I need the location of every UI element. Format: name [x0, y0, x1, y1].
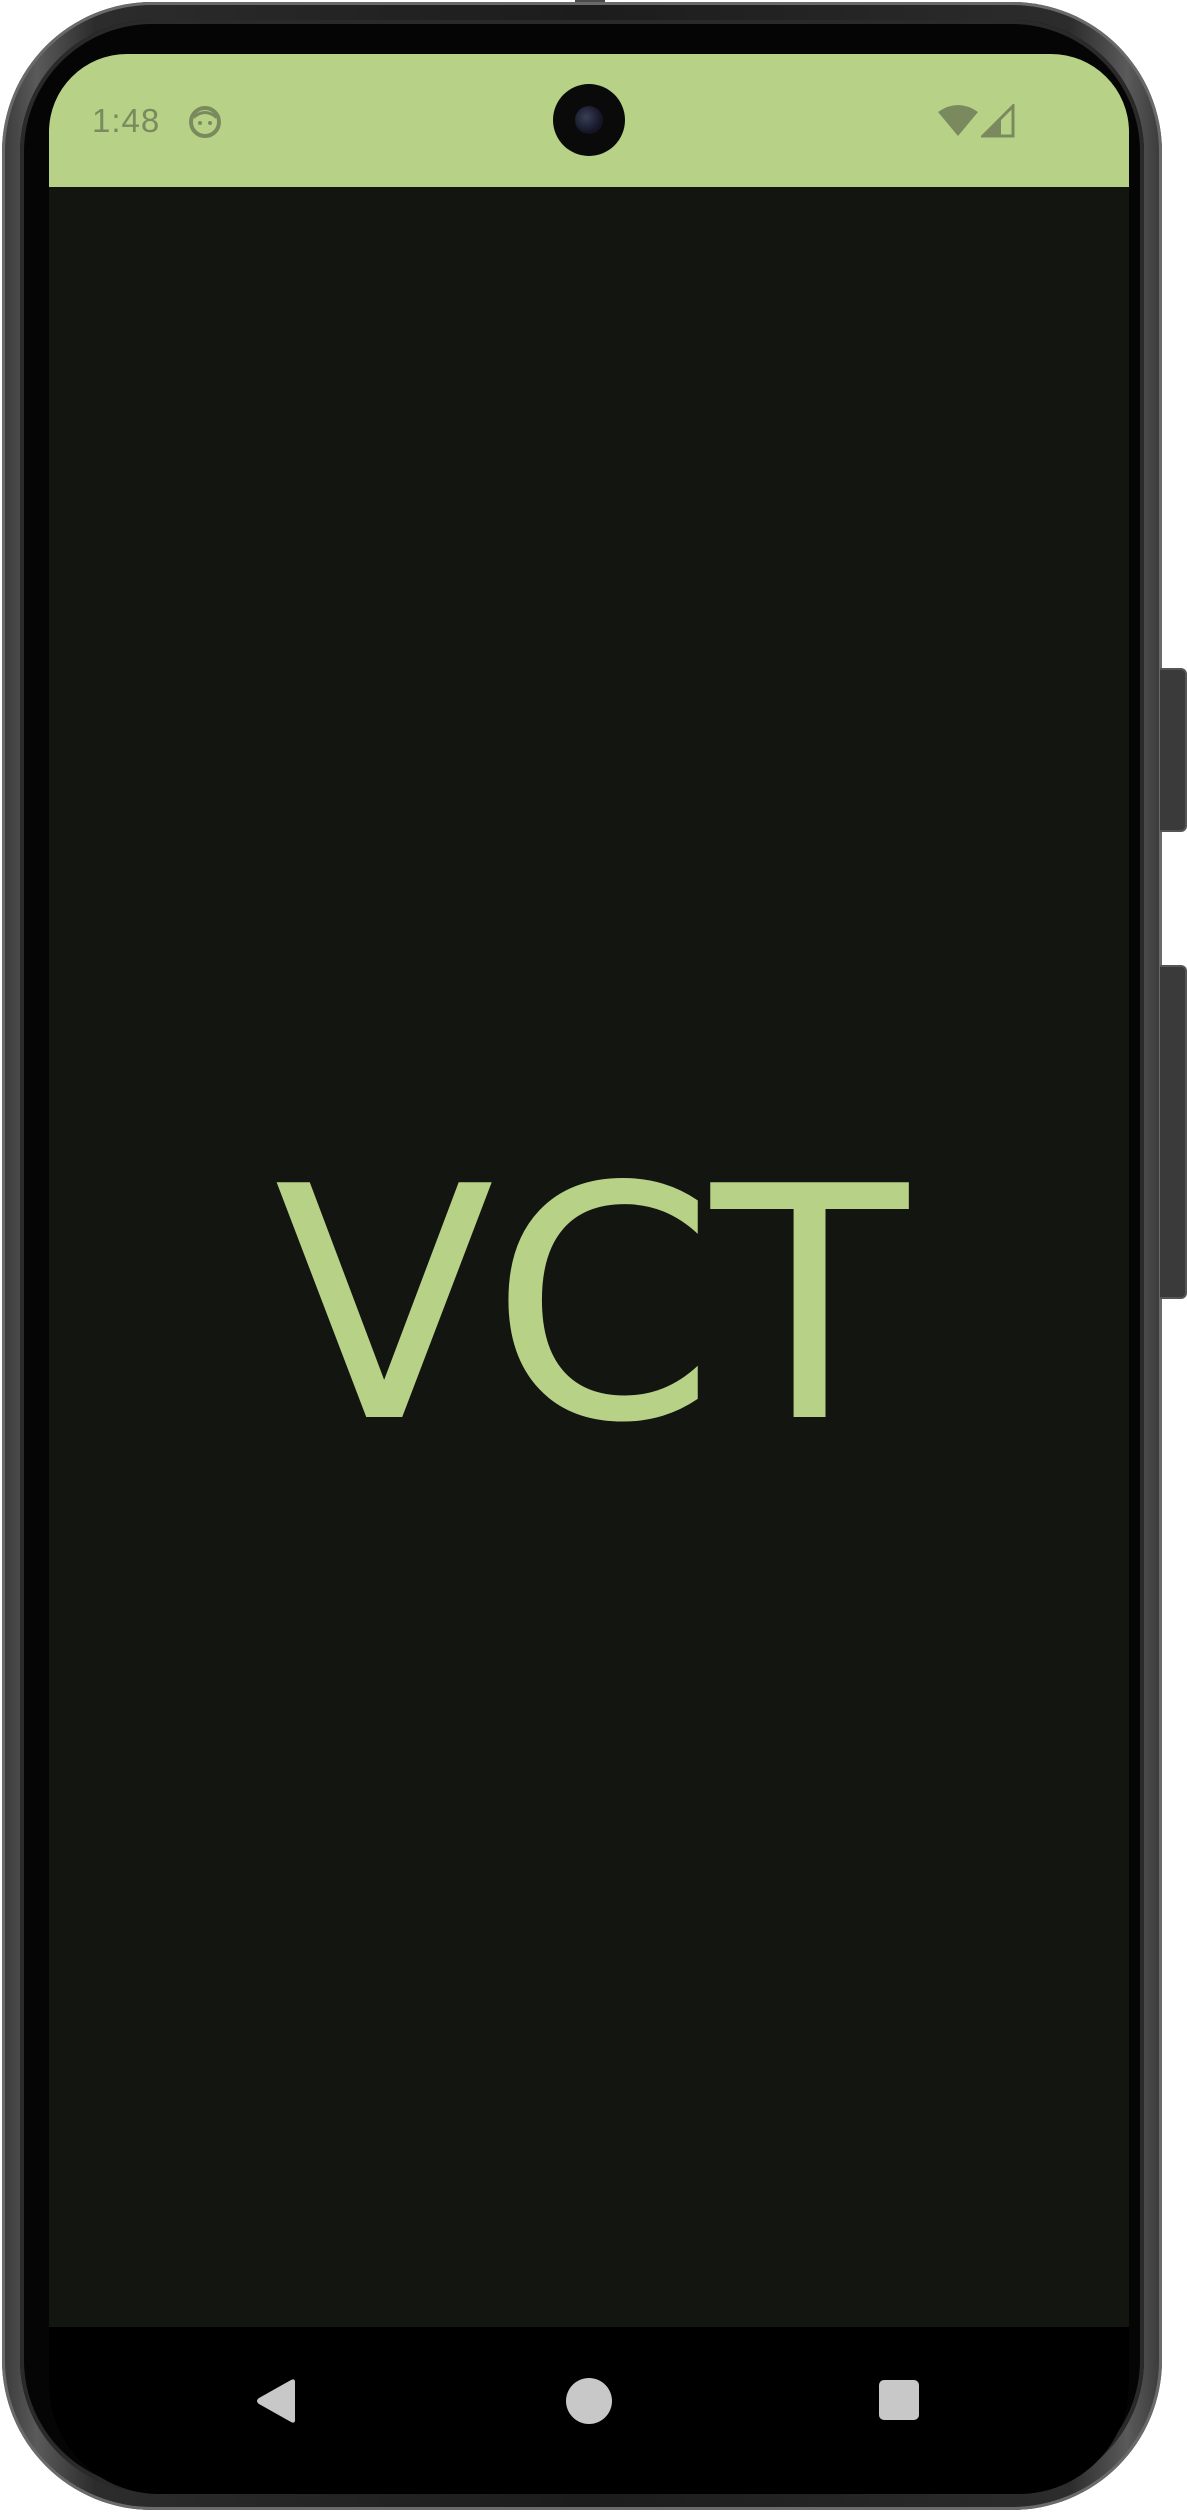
navigation-bar [49, 2327, 1129, 2494]
screen: 1:48 VCT [49, 54, 1129, 2394]
home-icon[interactable] [566, 2378, 612, 2424]
volume-button [1160, 965, 1187, 1299]
camera-lens [575, 106, 603, 134]
back-icon[interactable] [255, 2378, 299, 2424]
front-camera [553, 84, 625, 156]
power-button [1160, 668, 1187, 832]
navigation-bar-container [49, 2327, 1129, 2494]
phone-device: 1:48 VCT [0, 0, 1187, 2513]
splash-screen: VCT [49, 187, 1129, 2327]
recents-icon[interactable] [879, 2380, 919, 2420]
wifi-icon [938, 105, 978, 136]
signal-icon [981, 104, 1015, 138]
face-icon [189, 106, 221, 138]
status-time: 1:48 [92, 102, 161, 139]
status-bar: 1:48 [49, 54, 1129, 187]
app-splash-title: VCT [274, 1118, 908, 1493]
